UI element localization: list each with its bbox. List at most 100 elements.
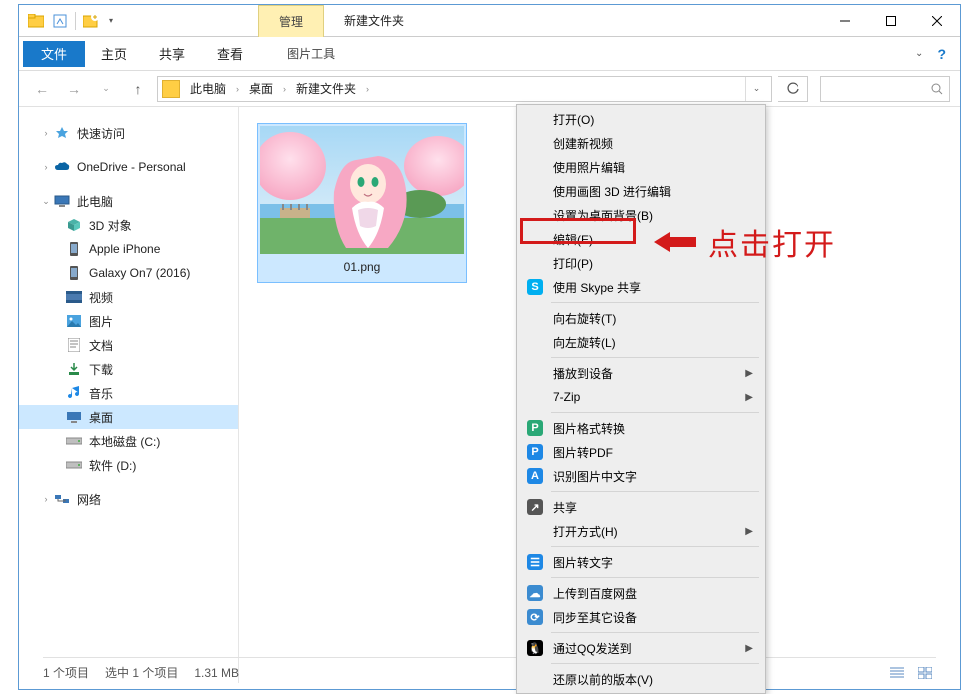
menu-separator	[551, 357, 759, 358]
search-input[interactable]	[827, 82, 927, 96]
breadcrumb-segment[interactable]: 桌面	[245, 80, 277, 97]
nav-pane[interactable]: › 快速访问 › OneDrive - Personal ⌄ 此电脑 3	[19, 107, 239, 683]
file-thumbnail	[260, 126, 464, 254]
menu-item[interactable]: 设置为桌面背景(B)	[517, 203, 765, 227]
submenu-arrow-icon: ▶	[745, 526, 753, 537]
tree-item[interactable]: Galaxy On7 (2016)	[19, 261, 238, 285]
tree-item[interactable]: Apple iPhone	[19, 237, 238, 261]
tree-item[interactable]: 本地磁盘 (C:)	[19, 429, 238, 453]
tree-item[interactable]: 桌面	[19, 405, 238, 429]
tree-this-pc[interactable]: ⌄ 此电脑	[19, 189, 238, 213]
help-icon[interactable]: ?	[937, 46, 946, 62]
menu-item[interactable]: ⟳同步至其它设备	[517, 605, 765, 629]
menu-item[interactable]: 向右旋转(T)	[517, 306, 765, 330]
menu-item[interactable]: 创建新视频	[517, 131, 765, 155]
ribbon-tab[interactable]: 主页	[85, 41, 143, 67]
menu-separator	[551, 577, 759, 578]
menu-item[interactable]: ☁上传到百度网盘	[517, 581, 765, 605]
menu-item[interactable]: P图片转PDF	[517, 440, 765, 464]
maximize-button[interactable]	[868, 5, 914, 37]
minimize-button[interactable]	[822, 5, 868, 37]
menu-item[interactable]: 还原以前的版本(V)	[517, 667, 765, 691]
view-thumbnails-button[interactable]	[914, 665, 936, 681]
nav-up-button[interactable]: ↑	[125, 76, 151, 102]
tree-item[interactable]: 文档	[19, 333, 238, 357]
menu-item[interactable]: 编辑(E)	[517, 227, 765, 251]
menu-item[interactable]: 7-Zip▶	[517, 385, 765, 409]
qat-properties-icon[interactable]	[49, 10, 71, 32]
tree-item[interactable]: 音乐	[19, 381, 238, 405]
ribbon: 文件 主页共享查看 图片工具 ⌄ ?	[19, 37, 960, 71]
tree-item[interactable]: 3D 对象	[19, 213, 238, 237]
tree-item[interactable]: 图片	[19, 309, 238, 333]
menu-item[interactable]: 播放到设备▶	[517, 361, 765, 385]
tree-network[interactable]: › 网络	[19, 487, 238, 511]
menu-item-icon: P	[527, 444, 543, 460]
menu-item[interactable]: S使用 Skype 共享	[517, 275, 765, 299]
menu-item[interactable]: 打开(O)	[517, 107, 765, 131]
address-bar[interactable]: 此电脑›桌面›新建文件夹› ⌄	[157, 76, 772, 102]
breadcrumb-segment[interactable]: 新建文件夹	[292, 80, 360, 97]
cube-icon	[65, 218, 83, 232]
menu-item[interactable]: 使用画图 3D 进行编辑	[517, 179, 765, 203]
nav-row: ← → ⌄ ↑ 此电脑›桌面›新建文件夹› ⌄	[19, 71, 960, 107]
menu-item[interactable]: 打开方式(H)▶	[517, 519, 765, 543]
tree-onedrive[interactable]: › OneDrive - Personal	[19, 155, 238, 179]
video-icon	[65, 290, 83, 304]
docs-icon	[65, 338, 83, 352]
qat-newfolder-icon[interactable]	[80, 10, 102, 32]
status-size: 1.31 MB	[194, 666, 239, 680]
menu-item[interactable]: 向左旋转(L)	[517, 330, 765, 354]
search-box[interactable]	[820, 76, 950, 102]
file-item[interactable]: 01.png	[257, 123, 467, 283]
menu-item[interactable]: ☰图片转文字	[517, 550, 765, 574]
address-dropdown-icon[interactable]: ⌄	[745, 77, 767, 101]
menu-item-icon: 🐧	[527, 640, 543, 656]
menu-item[interactable]: 使用照片编辑	[517, 155, 765, 179]
file-tab[interactable]: 文件	[23, 41, 85, 67]
nav-back-button[interactable]: ←	[29, 76, 55, 102]
pc-icon	[53, 194, 71, 208]
nav-forward-button[interactable]: →	[61, 76, 87, 102]
submenu-arrow-icon: ▶	[745, 392, 753, 403]
chevron-right-icon[interactable]: ›	[277, 84, 292, 94]
search-icon	[931, 83, 943, 95]
view-details-button[interactable]	[886, 665, 908, 681]
phone-icon	[65, 242, 83, 256]
refresh-button[interactable]	[778, 76, 808, 102]
menu-item[interactable]: 🐧通过QQ发送到▶	[517, 636, 765, 660]
menu-item[interactable]: 打印(P)	[517, 251, 765, 275]
qat-folder-icon[interactable]	[25, 10, 47, 32]
status-item-count: 1 个项目	[43, 664, 89, 681]
tree-quick-access[interactable]: › 快速访问	[19, 121, 238, 145]
ribbon-tab[interactable]: 查看	[201, 41, 259, 67]
chevron-right-icon[interactable]: ›	[360, 84, 375, 94]
menu-item[interactable]: ↗共享	[517, 495, 765, 519]
breadcrumb-segment[interactable]: 此电脑	[186, 80, 230, 97]
status-bar: 1 个项目 选中 1 个项目 1.31 MB	[43, 657, 936, 683]
chevron-right-icon[interactable]: ›	[230, 84, 245, 94]
menu-item[interactable]: A识别图片中文字	[517, 464, 765, 488]
menu-separator	[551, 491, 759, 492]
status-selected: 选中 1 个项目	[105, 664, 178, 681]
ribbon-tab-picture-tools[interactable]: 图片工具	[271, 41, 351, 67]
file-name-label: 01.png	[260, 254, 464, 280]
nav-history-dropdown[interactable]: ⌄	[93, 76, 119, 102]
menu-separator	[551, 302, 759, 303]
drive-icon	[65, 458, 83, 472]
menu-item[interactable]: P图片格式转换	[517, 416, 765, 440]
menu-separator	[551, 663, 759, 664]
close-button[interactable]	[914, 5, 960, 37]
cloud-icon	[53, 160, 71, 174]
context-menu[interactable]: 打开(O)创建新视频使用照片编辑使用画图 3D 进行编辑设置为桌面背景(B)编辑…	[516, 104, 766, 694]
menu-separator	[551, 546, 759, 547]
tree-item[interactable]: 下载	[19, 357, 238, 381]
ribbon-collapse-icon[interactable]: ⌄	[915, 48, 923, 59]
ribbon-tab[interactable]: 共享	[143, 41, 201, 67]
star-icon	[53, 126, 71, 140]
menu-item-icon: ⟳	[527, 609, 543, 625]
qat-dropdown-icon[interactable]: ▾	[104, 10, 118, 32]
contextual-tab-manage[interactable]: 管理	[258, 5, 324, 37]
tree-item[interactable]: 软件 (D:)	[19, 453, 238, 477]
tree-item[interactable]: 视频	[19, 285, 238, 309]
